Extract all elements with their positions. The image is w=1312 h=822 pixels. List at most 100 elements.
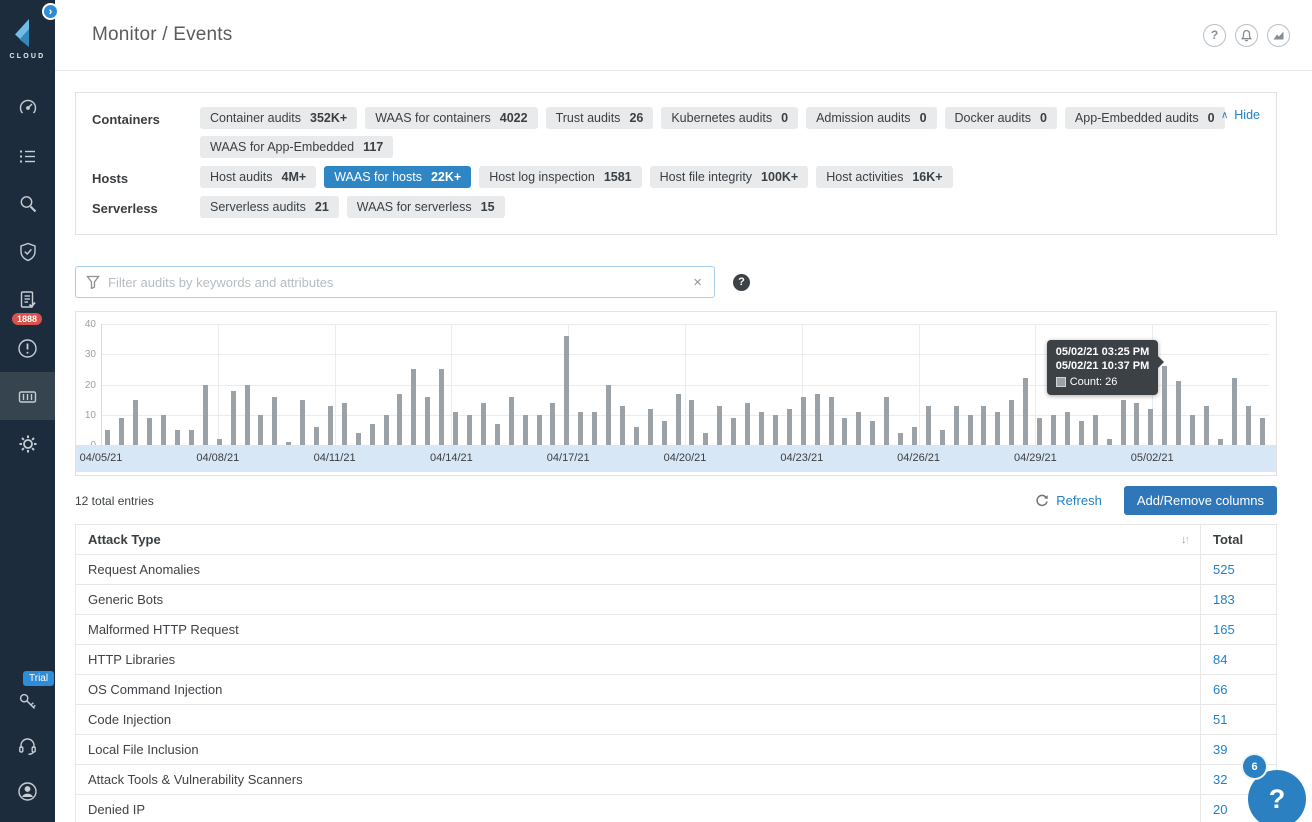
chart-bar[interactable] [787,409,792,445]
filter-chip[interactable]: Host file integrity100K+ [650,166,809,188]
filter-chip[interactable]: WAAS for hosts22K+ [324,166,471,188]
sidebar-item-policies[interactable] [0,132,55,180]
chart-bar[interactable] [1121,400,1126,445]
chart-bar[interactable] [1162,366,1167,445]
sidebar-item-containers[interactable] [0,372,55,420]
chart-bar[interactable] [537,415,542,445]
chart-bar[interactable] [773,415,778,445]
chart-bar[interactable] [703,433,708,445]
total-link[interactable]: 525 [1213,562,1235,577]
chart-bar[interactable] [592,412,597,445]
chart-bar[interactable] [662,421,667,445]
chart-bar[interactable] [1148,409,1153,445]
refresh-button[interactable]: Refresh [1035,493,1102,508]
filter-chip[interactable]: Admission audits0 [806,107,936,129]
chart-bar[interactable] [300,400,305,445]
chart-bar[interactable] [356,433,361,445]
chart-bar[interactable] [1246,406,1251,445]
chart-bar[interactable] [1232,378,1237,445]
chart-bar[interactable] [342,403,347,445]
search-input[interactable] [108,275,691,290]
chart-bar[interactable] [203,385,208,446]
filter-chip[interactable]: Trust audits26 [546,107,654,129]
sidebar-item-dashboard[interactable] [0,84,55,132]
chart-bar[interactable] [842,418,847,445]
chart-bar[interactable] [940,430,945,445]
sidebar-item-compliance[interactable] [0,228,55,276]
chart-bar[interactable] [119,418,124,445]
chart-bar[interactable] [1134,403,1139,445]
sort-icon[interactable]: ↓↑ [1181,534,1188,546]
chart-bar[interactable] [258,415,263,445]
sidebar-item-profile[interactable] [0,769,55,814]
chart-bar[interactable] [1093,415,1098,445]
sidebar-item-search[interactable] [0,180,55,228]
filter-chip[interactable]: WAAS for serverless15 [347,196,505,218]
total-link[interactable]: 183 [1213,592,1235,607]
chart-bar[interactable] [314,427,319,445]
total-link[interactable]: 20 [1213,802,1227,817]
chart-bar[interactable] [912,427,917,445]
chart-bar[interactable] [245,385,250,446]
chart-bar[interactable] [829,397,834,445]
sidebar-item-alerts[interactable]: 1888 [0,324,55,372]
help-widget-button[interactable]: ? [1248,770,1306,822]
chart-bar[interactable] [564,336,569,445]
chart-bar[interactable] [954,406,959,445]
chart-bar[interactable] [467,415,472,445]
filter-chip[interactable]: Serverless audits21 [200,196,339,218]
chart-bar[interactable] [231,391,236,445]
chart-bar[interactable] [1079,421,1084,445]
chart-bar[interactable] [509,397,514,445]
help-icon[interactable]: ? [1203,24,1226,47]
chart-bar[interactable] [439,369,444,445]
chart-bar[interactable] [1176,381,1181,445]
total-link[interactable]: 165 [1213,622,1235,637]
chart-bar[interactable] [731,418,736,445]
chart-bar[interactable] [801,397,806,445]
chart-bar[interactable] [898,433,903,445]
chart-bar[interactable] [995,412,1000,445]
filter-chip[interactable]: WAAS for App-Embedded117 [200,136,393,158]
filter-chip[interactable]: Docker audits0 [945,107,1057,129]
chart-bar[interactable] [411,369,416,445]
usage-trend-icon[interactable] [1267,24,1290,47]
chart-bar[interactable] [926,406,931,445]
chart-bar[interactable] [968,415,973,445]
time-range-brush[interactable]: 04/05/2104/08/2104/11/2104/14/2104/17/21… [76,445,1276,472]
chart-bar[interactable] [1190,415,1195,445]
chart-bar[interactable] [425,397,430,445]
chart-bar[interactable] [384,415,389,445]
chart-bar[interactable] [523,415,528,445]
chart-bar[interactable] [759,412,764,445]
chart-bar[interactable] [133,400,138,445]
clear-input-icon[interactable]: × [691,274,704,291]
hide-filters-link[interactable]: ∧ Hide [1221,108,1260,122]
chart-bar[interactable] [397,394,402,445]
chart-bar[interactable] [981,406,986,445]
filter-chip[interactable]: WAAS for containers4022 [365,107,537,129]
add-remove-columns-button[interactable]: Add/Remove columns [1124,486,1277,515]
chart-bar[interactable] [884,397,889,445]
total-link[interactable]: 51 [1213,712,1227,727]
notifications-bell-icon[interactable] [1235,24,1258,47]
chart-bar[interactable] [1051,415,1056,445]
total-link[interactable]: 66 [1213,682,1227,697]
chart-bar[interactable] [1023,378,1028,445]
chart-bar[interactable] [328,406,333,445]
filter-chip[interactable]: Host activities16K+ [816,166,952,188]
chart-bar[interactable] [676,394,681,445]
chart-bar[interactable] [634,427,639,445]
sidebar-item-license[interactable]: Trial [0,679,55,724]
chart-bar[interactable] [272,397,277,445]
chart-bar[interactable] [105,430,110,445]
chart-bar[interactable] [175,430,180,445]
chart-bar[interactable] [620,406,625,445]
chart-bar[interactable] [1065,412,1070,445]
total-link[interactable]: 39 [1213,742,1227,757]
chart-bar[interactable] [1204,406,1209,445]
chart-bar[interactable] [856,412,861,445]
chart-bar[interactable] [606,385,611,446]
sidebar-item-support[interactable] [0,724,55,769]
chart-bar[interactable] [147,418,152,445]
